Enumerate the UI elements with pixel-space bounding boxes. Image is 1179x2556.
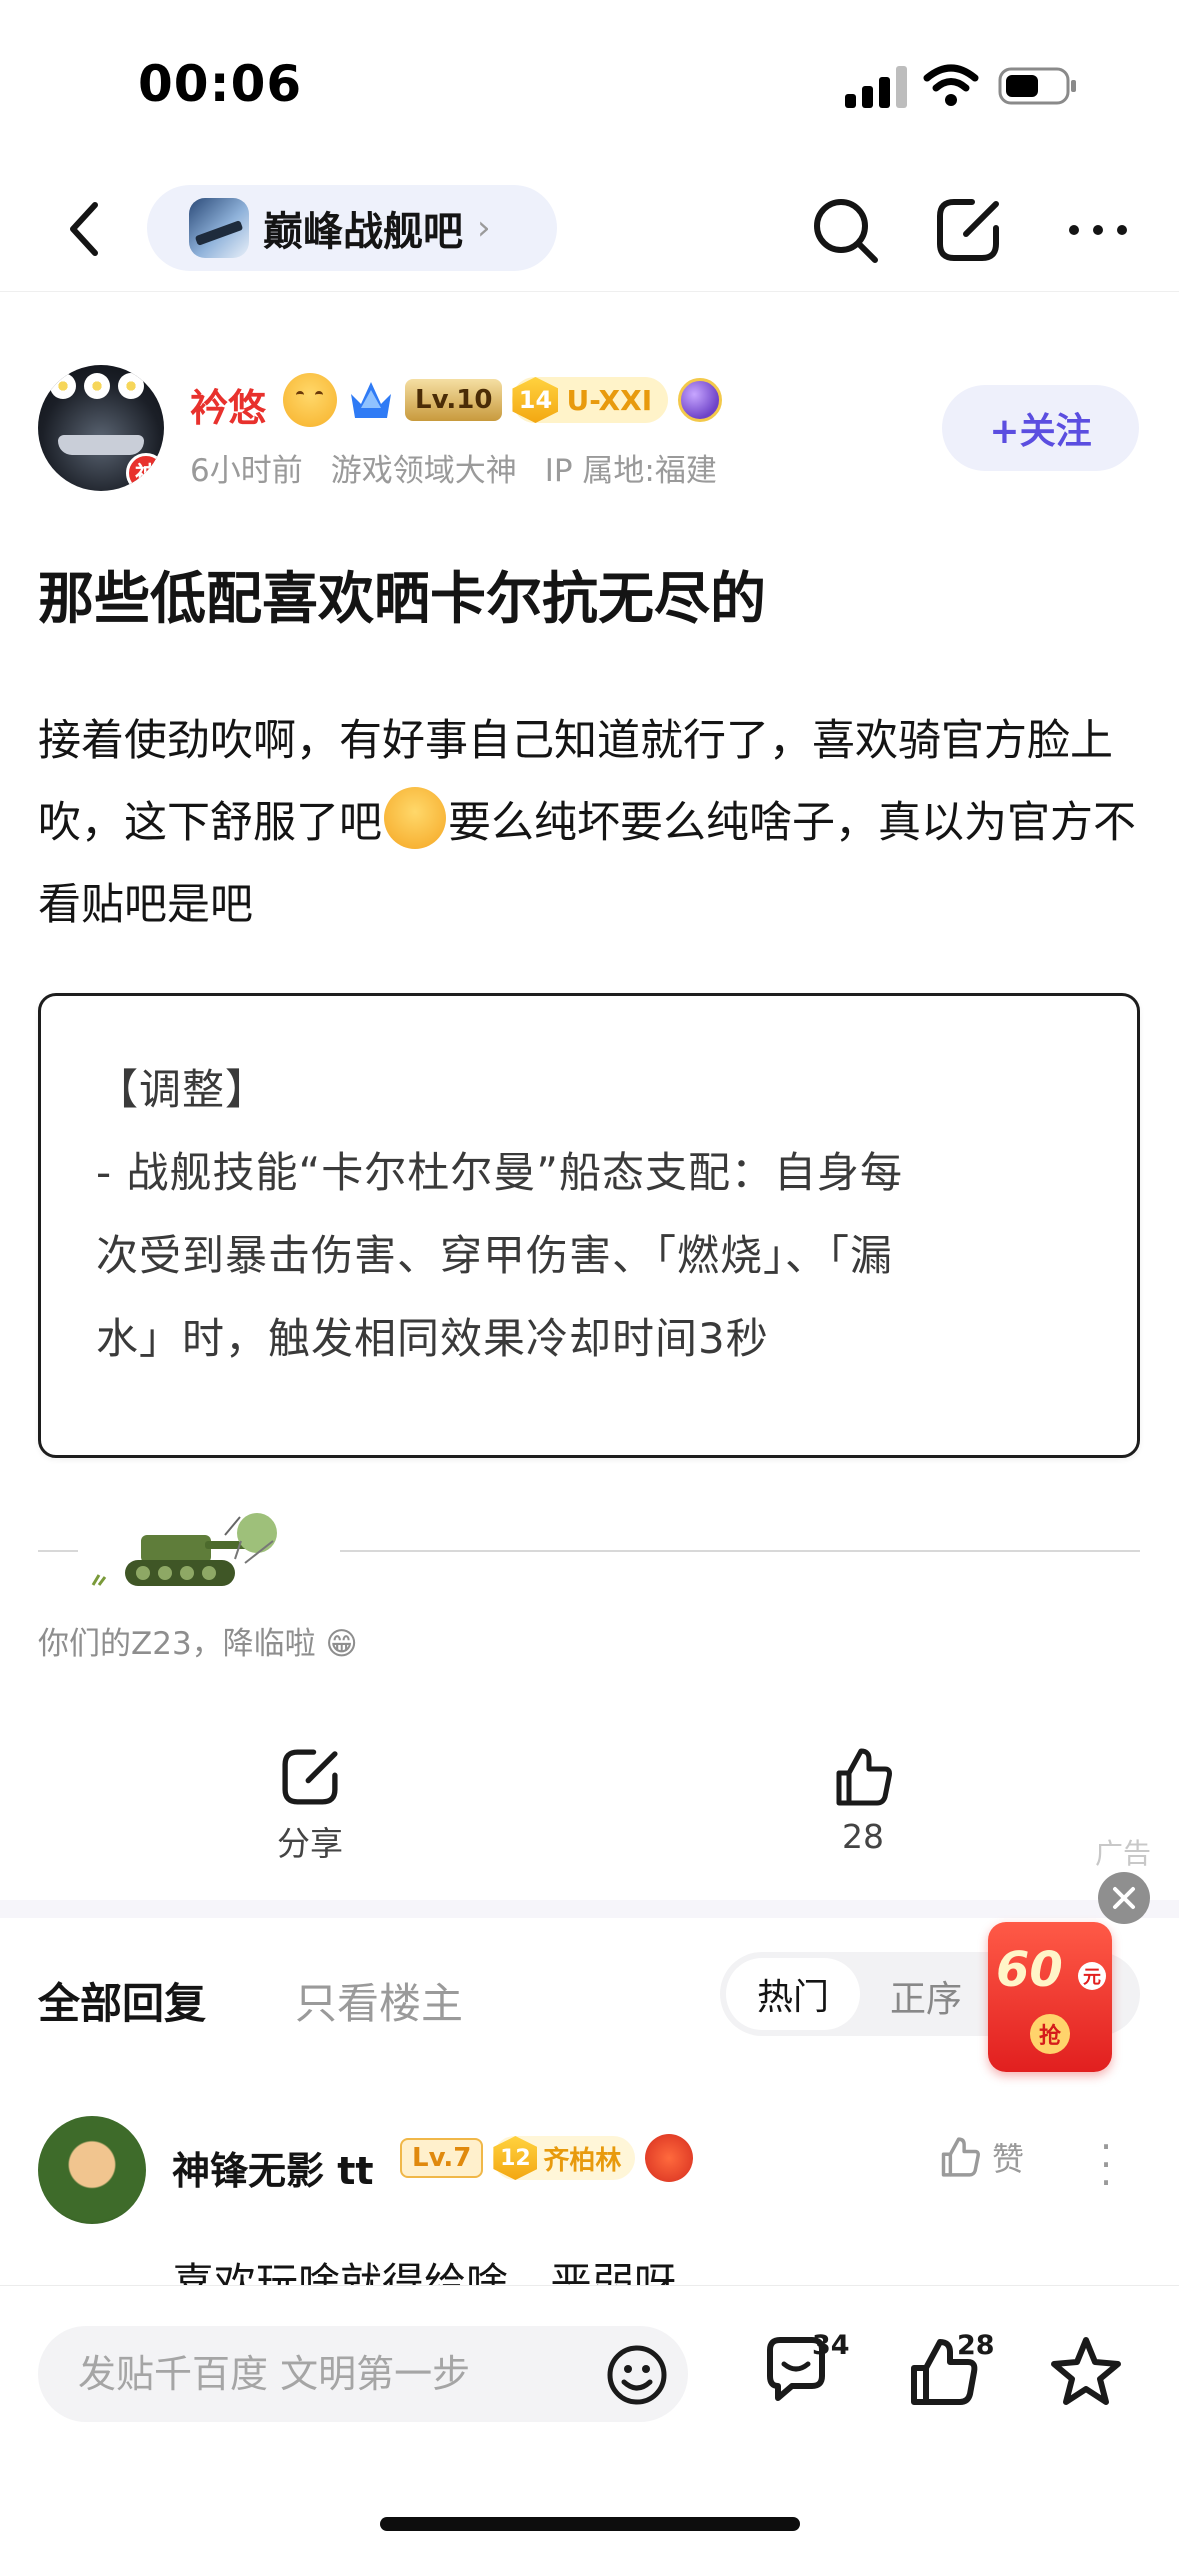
title-level: 12 bbox=[493, 2136, 538, 2180]
emoji-badge-icon bbox=[283, 373, 337, 427]
signature-text: 你们的Z23，降临啦 😁 bbox=[38, 1626, 358, 1662]
like-count: 28 bbox=[957, 2330, 995, 2361]
tab-all-replies[interactable]: 全部回复 bbox=[38, 1970, 206, 2031]
section-divider bbox=[0, 1900, 1179, 1918]
title-level: 14 bbox=[512, 377, 559, 423]
share-icon bbox=[282, 1749, 338, 1805]
signal-icon bbox=[845, 66, 909, 108]
search-icon bbox=[814, 199, 878, 263]
chevron-left-icon bbox=[70, 202, 98, 256]
sort-order[interactable]: 正序 bbox=[890, 1970, 962, 2022]
title-badge: 12 齐柏林 bbox=[493, 2136, 636, 2180]
image-text-line: 【调整】 bbox=[96, 1065, 269, 1114]
post-author-header: 神 衿悠 Lv.10 14 U-XXI 6小时前 游戏领域大神 IP 属地:福建… bbox=[0, 355, 1179, 495]
title-text: 齐柏林 bbox=[543, 2145, 622, 2176]
search-button[interactable] bbox=[805, 190, 885, 270]
star-icon[interactable] bbox=[1038, 2324, 1134, 2420]
image-text-line: 水」时，触发相同效果冷却时间3秒 bbox=[96, 1314, 769, 1363]
commenter-name[interactable]: 神锋无影 tt bbox=[172, 2140, 374, 2195]
edit-button[interactable] bbox=[928, 190, 1008, 270]
share-button[interactable]: 分享 bbox=[245, 1745, 375, 1865]
nav-bar: 巅峰战舰吧 › bbox=[0, 170, 1179, 292]
commenter-avatar[interactable] bbox=[38, 2116, 146, 2224]
planet-badge-icon bbox=[678, 378, 723, 422]
forum-chip[interactable]: 巅峰战舰吧 › bbox=[147, 185, 557, 271]
emoji-icon[interactable] bbox=[604, 2342, 670, 2408]
forum-avatar bbox=[189, 198, 249, 258]
author-badges: Lv.10 14 U-XXI bbox=[283, 373, 723, 427]
like-count: 28 bbox=[842, 1817, 884, 1856]
share-label: 分享 bbox=[277, 1824, 343, 1863]
post-image[interactable]: 【调整】 - 战舰技能“卡尔杜尔曼”船态支配：自身每 次受到暴击伤害、穿甲伤害、… bbox=[38, 993, 1140, 1458]
post-title: 那些低配喜欢晒卡尔抗无尽的 bbox=[38, 567, 766, 632]
comment-more-button[interactable]: · · · bbox=[1100, 2128, 1112, 2202]
author-name[interactable]: 衿悠 bbox=[190, 377, 266, 432]
follow-button[interactable]: +关注 bbox=[942, 385, 1139, 471]
level-badge: Lv.10 bbox=[405, 379, 503, 421]
author-honor: 游戏领域大神 bbox=[330, 453, 517, 489]
reply-input[interactable] bbox=[78, 2326, 598, 2422]
sort-hot[interactable]: 热门 bbox=[726, 1958, 860, 2030]
author-meta: 6小时前 游戏领域大神 IP 属地:福建 bbox=[190, 445, 717, 490]
commenter-badges: Lv.7 12 齐柏林 bbox=[400, 2134, 694, 2182]
author-avatar[interactable]: 神 bbox=[38, 365, 164, 491]
home-indicator bbox=[380, 2517, 800, 2531]
wifi-icon bbox=[923, 64, 979, 106]
title-text: U-XXI bbox=[566, 383, 653, 417]
game-badge-icon bbox=[645, 2134, 694, 2182]
status-bar: 00:06 bbox=[0, 0, 1179, 170]
more-horizontal-icon bbox=[1069, 225, 1127, 235]
post-body: 接着使劲吹啊，有好事自己知道就行了，喜欢骑官方脸上吹，这下舒服了吧 要么纯坏要么纯… bbox=[38, 700, 1148, 946]
forum-name: 巅峰战舰吧 bbox=[263, 209, 463, 255]
comment-like-label: 赞 bbox=[992, 2140, 1025, 2178]
battery-icon bbox=[998, 67, 1076, 105]
tank-icon bbox=[91, 1513, 277, 1586]
thumbs-up-icon bbox=[941, 2137, 980, 2177]
close-icon bbox=[1113, 1887, 1135, 1909]
reply-input-box[interactable] bbox=[38, 2326, 688, 2422]
crown-badge-icon bbox=[351, 382, 391, 418]
post-time: 6小时前 bbox=[190, 453, 303, 489]
tab-only-op[interactable]: 只看楼主 bbox=[295, 1970, 463, 2031]
like-button[interactable]: 28 bbox=[798, 1745, 928, 1856]
signature-divider bbox=[38, 1550, 78, 1552]
image-text-line: - 战舰技能“卡尔杜尔曼”船态支配：自身每 bbox=[96, 1148, 904, 1197]
ad-close-button[interactable] bbox=[1098, 1872, 1150, 1924]
back-button[interactable] bbox=[50, 194, 120, 264]
chevron-right-icon: › bbox=[477, 208, 491, 248]
ad-label: 广告 bbox=[1095, 1837, 1152, 1870]
shen-badge: 神 bbox=[126, 453, 164, 491]
title-badge: 14 U-XXI bbox=[512, 377, 669, 423]
hug-emoji-icon bbox=[384, 787, 446, 849]
ip-location: IP 属地:福建 bbox=[544, 453, 717, 489]
more-button[interactable] bbox=[1058, 190, 1138, 270]
level-badge: Lv.7 bbox=[400, 2138, 484, 2178]
status-time: 00:06 bbox=[138, 55, 303, 113]
comment-count: 34 bbox=[812, 2330, 850, 2361]
red-packet-ad[interactable]: 60 元 抢 bbox=[988, 1922, 1112, 2072]
bottom-bar: 34 28 bbox=[0, 2285, 1179, 2556]
edit-icon bbox=[937, 199, 999, 261]
signature-divider bbox=[340, 1550, 1140, 1552]
red-packet-unit: 元 bbox=[1078, 1962, 1106, 1990]
red-packet-grab: 抢 bbox=[1030, 2014, 1070, 2054]
thumbs-up-icon bbox=[836, 1748, 892, 1806]
comment-item: 神锋无影 tt Lv.7 12 齐柏林 赞 · · · 喜欢玩啥就得给啥，恶弱呀 bbox=[0, 2110, 1179, 2292]
comment-like-button[interactable]: 赞 bbox=[938, 2134, 1024, 2180]
red-packet-amount: 60 bbox=[996, 1942, 1063, 1998]
image-text-line: 次受到暴击伤害、穿甲伤害、「燃烧」、「漏 bbox=[96, 1231, 894, 1280]
